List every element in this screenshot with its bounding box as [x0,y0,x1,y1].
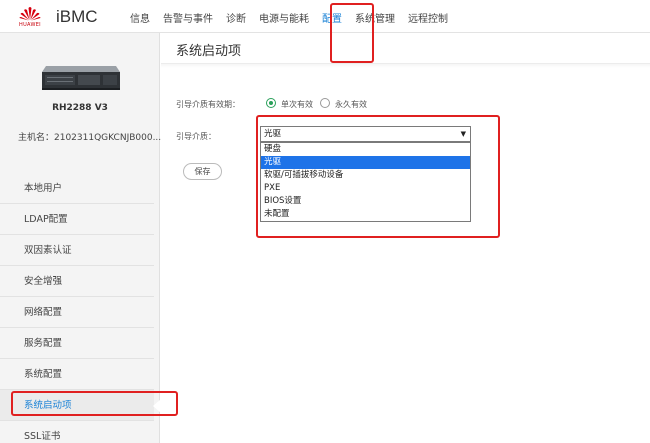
sidebar-item-network[interactable]: 网络配置 [0,297,154,328]
title-divider [161,63,650,68]
huawei-petal-icon [19,7,41,21]
brand-name: iBMC [56,7,98,26]
sidebar-item-two-factor-auth[interactable]: 双因素认证 [0,235,154,266]
sidebar-item-system-config[interactable]: 系统配置 [0,359,154,390]
annotation-box-config-tab [330,3,374,63]
page-title: 系统启动项 [176,44,242,59]
radio-once[interactable] [266,98,276,108]
sidebar-item-ssl-cert[interactable]: SSL证书 [0,421,154,443]
nav-alarms-events[interactable]: 告警与事件 [163,10,213,25]
server-model: RH2288 V3 [52,103,108,113]
sidebar-item-services[interactable]: 服务配置 [0,328,154,359]
radio-permanent-label[interactable]: 永久有效 [335,99,367,110]
logo-text: HUAWEI [19,22,41,28]
radio-once-label[interactable]: 单次有效 [281,99,313,110]
save-button[interactable]: 保存 [183,163,222,180]
sidebar-item-local-users[interactable]: 本地用户 [0,173,154,204]
nav-info[interactable]: 信息 [130,10,150,25]
annotation-box-boot-menu [11,391,178,416]
sidebar: RH2288 V3 主机名：2102311QGKCNJB000... 本地用户 … [0,33,162,443]
nav-diagnostics[interactable]: 诊断 [226,10,246,25]
server-image [42,66,120,90]
main-nav: 信息 告警与事件 诊断 电源与能耗 配置 系统管理 远程控制 [130,10,461,25]
nav-remote-control[interactable]: 远程控制 [408,10,448,25]
media-label: 引导介质： [176,132,216,141]
nav-power[interactable]: 电源与能耗 [259,10,309,25]
radio-permanent[interactable] [320,98,330,108]
huawei-logo: HUAWEI [10,5,50,29]
top-navigation-bar: HUAWEI iBMC 信息 告警与事件 诊断 电源与能耗 配置 系统管理 远程… [0,0,650,33]
sidebar-item-ldap[interactable]: LDAP配置 [0,204,154,235]
sidebar-item-security-hardening[interactable]: 安全增强 [0,266,154,297]
hostname: 主机名：2102311QGKCNJB000... [18,133,162,143]
annotation-box-boot-media [256,115,500,238]
validity-label: 引导介质有效期： [176,100,240,109]
